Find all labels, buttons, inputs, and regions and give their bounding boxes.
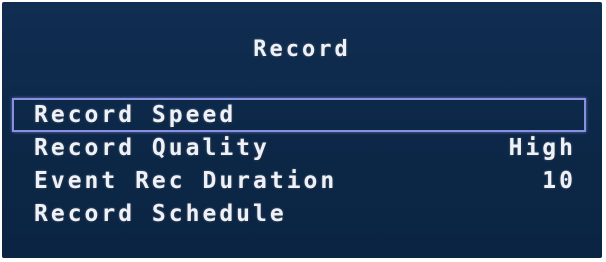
- menu-item-record-speed[interactable]: Record Speed: [12, 98, 586, 132]
- menu-item-event-rec-duration[interactable]: Event Rec Duration 10: [12, 165, 586, 198]
- menu-item-value: High: [508, 135, 576, 161]
- menu-item-record-schedule[interactable]: Record Schedule: [12, 198, 586, 231]
- menu-item-label: Record Schedule: [34, 201, 287, 227]
- menu-item-label: Event Rec Duration: [34, 168, 338, 194]
- screen-title: Record: [253, 37, 351, 62]
- menu-item-label: Record Speed: [34, 102, 237, 128]
- record-menu-list: Record Speed Record Quality High Event R…: [12, 98, 586, 231]
- menu-item-record-quality[interactable]: Record Quality High: [12, 132, 586, 165]
- record-menu-screen: Record Record Speed Record Quality High …: [2, 2, 602, 258]
- menu-item-value: 10: [542, 168, 576, 194]
- menu-item-label: Record Quality: [34, 135, 270, 161]
